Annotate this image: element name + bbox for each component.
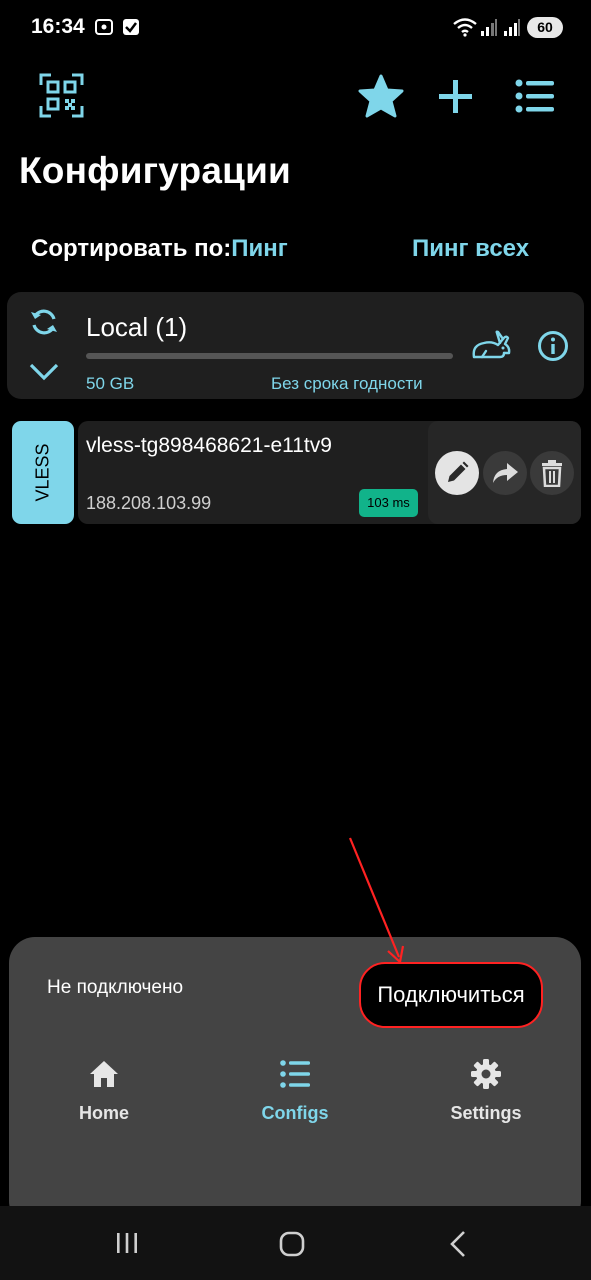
nav-home[interactable]: Home — [44, 1058, 164, 1128]
wifi-icon — [453, 18, 477, 37]
list-icon[interactable] — [515, 78, 555, 114]
config-name: vless-tg898468621-e11tv9 — [86, 434, 332, 457]
connect-button-label: Подключиться — [377, 982, 525, 1007]
nav-configs[interactable]: Configs — [235, 1058, 355, 1128]
connection-status: Не подключено — [47, 977, 184, 998]
chevron-down-icon[interactable] — [28, 362, 60, 382]
protocol-tag-label-wrap: VLESS — [12, 421, 74, 524]
status-time: 16:34 — [31, 15, 85, 38]
qr-code-scan-icon[interactable] — [39, 73, 84, 118]
checkbox-notification-icon — [123, 19, 139, 35]
battery-indicator: 60 — [527, 17, 563, 38]
system-navigation-bar — [0, 1206, 591, 1280]
home-icon — [90, 1061, 118, 1087]
nav-settings[interactable]: Settings — [426, 1058, 546, 1128]
subscription-traffic: 50 GB — [86, 374, 135, 393]
page-title: Конфигурации — [19, 150, 291, 191]
protocol-tag-label: VLESS — [32, 443, 53, 502]
list-icon — [280, 1060, 310, 1088]
plus-icon[interactable] — [437, 78, 474, 115]
subscription-usage-bar — [86, 353, 453, 359]
sort-label: Сортировать по: — [31, 235, 232, 262]
info-icon[interactable] — [537, 330, 569, 362]
recent-apps-icon[interactable] — [114, 1231, 140, 1255]
screenshot-icon — [95, 19, 113, 35]
signal-icon-1 — [481, 19, 497, 36]
delete-button[interactable] — [530, 451, 574, 495]
trash-icon — [542, 460, 562, 487]
home-nav-icon[interactable] — [279, 1231, 305, 1257]
gear-icon — [471, 1059, 501, 1089]
edit-button[interactable] — [435, 451, 479, 495]
nav-settings-label: Settings — [450, 1103, 522, 1123]
refresh-icon[interactable] — [29, 307, 59, 337]
nav-configs-label: Configs — [261, 1103, 329, 1123]
pencil-icon — [448, 461, 469, 482]
share-arrow-icon — [493, 463, 518, 483]
sort-value[interactable]: Пинг — [231, 235, 288, 262]
nav-home-label: Home — [78, 1103, 129, 1123]
subscription-expiry: Без срока годности — [271, 374, 423, 393]
share-button[interactable] — [483, 451, 527, 495]
sort-row[interactable]: Сортировать по:Пинг — [31, 235, 288, 263]
connect-button[interactable]: Подключиться — [359, 962, 543, 1028]
config-address: 188.208.103.99 — [86, 493, 212, 513]
rabbit-icon[interactable] — [470, 329, 512, 363]
signal-icon-2 — [504, 19, 520, 36]
status-bar: 16:34 60 — [0, 0, 591, 56]
star-icon[interactable] — [358, 74, 404, 118]
back-icon[interactable] — [448, 1230, 468, 1258]
subscription-name: Local (1) — [86, 312, 188, 342]
ping-badge: 103 ms — [359, 489, 418, 517]
ping-all-button[interactable]: Пинг всех — [412, 235, 529, 263]
